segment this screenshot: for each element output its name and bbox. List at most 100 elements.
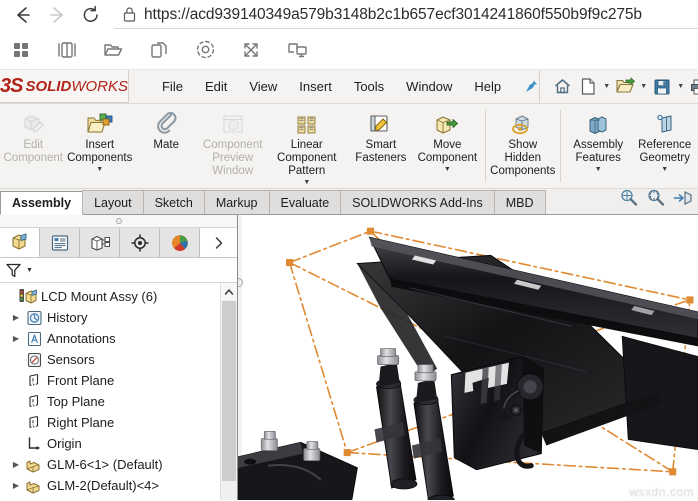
filter-caret-icon[interactable]: ▼ [26,267,33,274]
tree-filter-bar[interactable]: ▼ [0,258,237,283]
new-document-icon[interactable] [576,74,600,100]
linear-pattern-caret-icon[interactable]: ▼ [303,179,310,186]
tree-expand-arrow[interactable]: ▶ [8,460,24,469]
tree-item-label: Annotations [47,331,116,346]
assembly-features-caret-icon[interactable]: ▼ [595,166,602,173]
fullscreen-icon[interactable] [238,37,264,63]
tree-item-top-plane[interactable]: Top Plane [0,391,237,412]
insert-components-caret-icon[interactable]: ▼ [96,166,103,173]
ribbon-move-component[interactable]: Move Component ▼ [414,108,480,173]
menu-item-edit[interactable]: Edit [194,75,238,98]
ribbon-assembly-features[interactable]: Assembly Features ▼ [565,108,631,173]
back-button[interactable] [6,0,40,30]
ribbon-show-hidden-components[interactable]: Show Hidden Components [490,108,556,178]
graphics-viewport[interactable]: wsxdn.com [238,215,698,500]
tab-mbd[interactable]: MBD [493,190,546,214]
tree-item-sensors[interactable]: Sensors [0,349,237,370]
tree-item-history[interactable]: ▶ History [0,307,237,328]
save-icon[interactable] [650,74,674,100]
tab-assembly[interactable]: Assembly [0,191,84,215]
solidworks-logo[interactable]: 3S SOLID WORKS [0,70,129,103]
insert-components-icon [86,110,114,136]
tab-sketch[interactable]: Sketch [142,190,205,214]
watermark: wsxdn.com [629,485,694,499]
connect-display-icon[interactable] [284,37,310,63]
reload-button[interactable] [74,0,108,30]
reference-geometry-icon [653,110,677,136]
menu-item-view[interactable]: View [238,75,288,98]
tree-item-origin[interactable]: Origin [0,433,237,454]
ribbon-edit-component[interactable]: Edit Component [0,108,66,165]
ribbon-smart-fasteners-label: Smart Fasteners [355,139,407,164]
command-manager-tabs: Assembly Layout Sketch Markup Evaluate S… [0,189,698,215]
tree-item-right-plane[interactable]: Right Plane [0,412,237,433]
forward-button[interactable] [40,0,74,30]
menu-item-tools[interactable]: Tools [343,75,395,98]
home-icon[interactable] [550,74,574,100]
tab-layout[interactable]: Layout [82,190,144,214]
tree-expand-arrow[interactable]: ▶ [8,334,24,343]
menu-item-help[interactable]: Help [463,75,512,98]
gas-strut-rear [374,348,418,490]
browser-url-bar: https://acd939140349a579b3148b2c1b657ecf… [0,0,698,30]
move-component-caret-icon[interactable]: ▼ [444,166,451,173]
scroll-up-arrow-icon[interactable] [221,283,237,300]
zoom-to-fit-icon[interactable] [619,188,638,212]
address-bar[interactable]: https://acd939140349a579b3148b2c1b657ecf… [114,1,698,29]
open-document-caret-icon[interactable]: ▼ [639,83,648,90]
lcd-mount-model[interactable] [238,215,698,500]
component-preview-icon [220,110,246,136]
ribbon-smart-fasteners[interactable]: Smart Fasteners [348,108,414,165]
section-view-icon[interactable] [673,188,692,212]
scrollbar-thumb[interactable] [222,301,236,481]
apps-grid-icon[interactable] [8,37,34,63]
url-text: https://acd939140349a579b3148b2c1b657ecf… [144,5,642,23]
open-document-icon[interactable] [613,74,637,100]
menu-item-file[interactable]: File [151,75,194,98]
ribbon-linear-component-pattern[interactable]: Linear Component Pattern ▼ [266,108,348,186]
feature-manager-tab[interactable] [0,228,40,257]
save-caret-icon[interactable]: ▼ [676,83,685,90]
tab-solidworks-add-ins[interactable]: SOLIDWORKS Add-Ins [340,190,495,214]
pushpin-icon[interactable] [524,79,539,94]
print-icon[interactable] [687,74,698,100]
open-folder-icon[interactable] [100,37,126,63]
reference-geometry-caret-icon[interactable]: ▼ [661,166,668,173]
ribbon-component-preview-window[interactable]: Component Preview Window [199,108,265,178]
gear-icon[interactable] [192,37,218,63]
tree-expand-arrow[interactable]: ▶ [8,481,24,490]
manager-tabs-more-button[interactable] [200,228,237,257]
ribbon-assembly-features-label: Assembly Features [573,139,624,164]
property-manager-tab[interactable] [40,228,80,257]
base-post [303,448,321,462]
display-manager-tab[interactable] [160,228,200,257]
menu-item-window[interactable]: Window [395,75,463,98]
tree-scrollbar[interactable] [220,283,237,500]
tree-expand-arrow[interactable]: ▶ [8,313,24,322]
dimxpert-manager-tab[interactable] [120,228,160,257]
configuration-manager-tab[interactable] [80,228,120,257]
tree-item-glm-6[interactable]: ▶ GLM-6<1> (Default) [0,454,237,475]
base-post [260,438,278,451]
menu-item-insert[interactable]: Insert [288,75,343,98]
ribbon-mate[interactable]: Mate [133,108,199,152]
browser-chrome: https://acd939140349a579b3148b2c1b657ecf… [0,0,698,70]
linear-pattern-icon [294,110,320,136]
tab-markup[interactable]: Markup [203,190,270,214]
part-icon [24,478,44,494]
ribbon-linear-component-pattern-label: Linear Component Pattern [277,139,337,177]
ribbon-reference-geometry[interactable]: Reference Geometry ▼ [631,108,697,173]
tree-item-glm-2[interactable]: ▶ GLM-2(Default)<4> [0,475,237,496]
tree-item-label: Sensors [47,352,95,367]
copy-file-icon[interactable] [146,37,172,63]
split-view-icon[interactable] [54,37,80,63]
new-document-caret-icon[interactable]: ▼ [602,83,611,90]
tree-item-front-plane[interactable]: Front Plane [0,370,237,391]
ribbon-insert-components[interactable]: Insert Components ▼ [66,108,132,173]
zoom-to-area-icon[interactable] [646,188,665,212]
tree-item-annotations[interactable]: ▶ Annotations [0,328,237,349]
sensors-icon [24,352,44,368]
panel-collapse-grip[interactable] [0,215,237,228]
tree-item-assembly-root[interactable]: LCD Mount Assy (6) [0,286,237,307]
tab-evaluate[interactable]: Evaluate [268,190,342,214]
